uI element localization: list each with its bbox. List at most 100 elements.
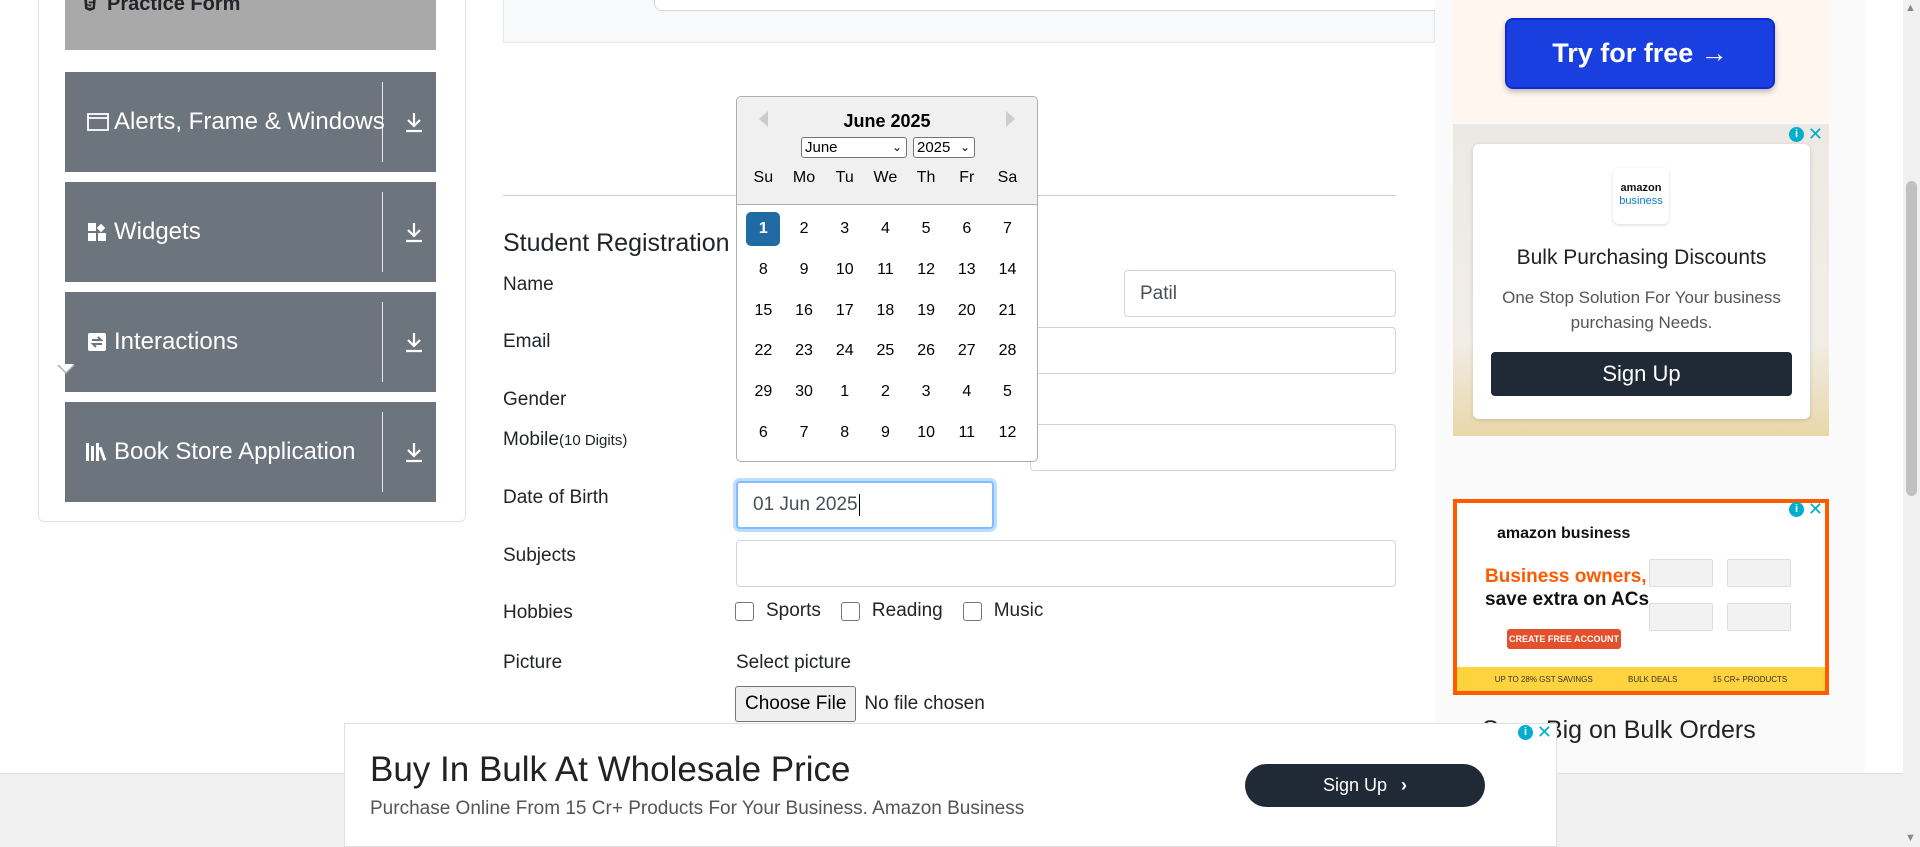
banner-cta[interactable]: CREATE FREE ACCOUNT (1507, 629, 1621, 649)
calendar-day[interactable]: 16 (784, 294, 825, 328)
next-month-icon[interactable] (1006, 111, 1015, 127)
ad-close-control[interactable]: i ✕ (1518, 723, 1552, 741)
bottom-ad-heading: Buy In Bulk At Wholesale Price (370, 750, 851, 789)
calendar-day[interactable]: 12 (987, 416, 1028, 450)
ad-close-control[interactable]: i ✕ (1789, 125, 1823, 143)
calendar-day[interactable]: 5 (987, 375, 1028, 409)
last-name-input[interactable]: Patil (1124, 270, 1396, 317)
divider (382, 192, 383, 272)
header-banner (503, 0, 1444, 43)
calendar-day[interactable]: 7 (987, 212, 1028, 246)
divider (382, 412, 383, 492)
ad-info-icon[interactable]: i (1789, 501, 1804, 517)
sidebar-group-book-store[interactable]: Book Store Application (65, 402, 436, 502)
download-icon[interactable] (391, 402, 436, 502)
choose-file-button[interactable]: Choose File (735, 686, 857, 722)
checkbox-label: Reading (871, 600, 943, 621)
calendar-day[interactable]: 11 (946, 416, 987, 450)
ad-info-icon[interactable]: i (1789, 126, 1804, 142)
calendar-day[interactable]: 15 (743, 294, 784, 328)
hobbies-group: Sports Reading Music (735, 600, 1063, 622)
calendar-day[interactable]: 3 (824, 212, 865, 246)
calendar-day[interactable]: 4 (865, 212, 906, 246)
ad-signup-button[interactable]: Sign Up (1491, 352, 1792, 396)
hobby-sports[interactable]: Sports (735, 600, 821, 622)
mobile-input[interactable] (1030, 424, 1396, 471)
download-icon[interactable] (391, 72, 436, 172)
sidebar-group-widgets[interactable]: Widgets (65, 182, 436, 282)
calendar-day[interactable]: 25 (865, 334, 906, 368)
calendar-day[interactable]: 8 (743, 253, 784, 287)
calendar-day[interactable]: 8 (824, 416, 865, 450)
calendar-day[interactable]: 14 (987, 253, 1028, 287)
calendar-day[interactable]: 4 (946, 375, 987, 409)
bottom-ad-signup-button[interactable]: Sign Up › (1245, 764, 1485, 807)
calendar-day[interactable]: 11 (865, 253, 906, 287)
product-image (1727, 559, 1791, 587)
calendar-day[interactable]: 29 (743, 375, 784, 409)
ad-close-control[interactable]: i ✕ (1789, 500, 1823, 518)
calendar-day[interactable]: 22 (743, 334, 784, 368)
download-icon[interactable] (391, 182, 436, 282)
calendar-day[interactable]: 9 (865, 416, 906, 450)
calendar-day[interactable]: 1 (824, 375, 865, 409)
month-select[interactable]: June ⌄ (801, 137, 907, 158)
ad-info-icon[interactable]: i (1518, 724, 1533, 740)
email-input[interactable] (1030, 327, 1396, 374)
calendar-day[interactable]: 6 (946, 212, 987, 246)
calendar-day[interactable]: 9 (784, 253, 825, 287)
calendar-day[interactable]: 18 (865, 294, 906, 328)
try-for-free-button[interactable]: Try for free → (1505, 18, 1775, 89)
calendar-day[interactable]: 28 (987, 334, 1028, 368)
scroll-down-icon[interactable]: ▼ (1905, 832, 1916, 844)
calendar-week: 6 7 8 9 10 11 12 (743, 412, 1028, 453)
calendar-day[interactable]: 17 (824, 294, 865, 328)
date-of-birth-input[interactable]: 01 Jun 2025 (736, 481, 994, 529)
gender-label: Gender (503, 389, 567, 410)
close-icon[interactable]: ✕ (1808, 500, 1823, 518)
checkbox[interactable] (840, 601, 860, 621)
calendar-day[interactable]: 24 (824, 334, 865, 368)
calendar-day[interactable]: 12 (906, 253, 947, 287)
calendar-day[interactable]: 1 (746, 212, 781, 247)
calendar-day[interactable]: 21 (987, 294, 1028, 328)
calendar-day[interactable]: 13 (946, 253, 987, 287)
window-icon (87, 72, 109, 172)
hobby-music[interactable]: Music (962, 600, 1043, 622)
calendar-day[interactable]: 20 (946, 294, 987, 328)
html5-icon (83, 0, 97, 26)
close-icon[interactable]: ✕ (1537, 723, 1552, 741)
datepicker-days: 1 2 3 4 5 6 7 8 9 10 11 12 13 14 15 16 17 18 19 20 21 22 23 24 2… (743, 209, 1028, 453)
ad-amazon-banner[interactable]: amazon business Business owners, save ex… (1453, 499, 1829, 695)
subjects-input[interactable] (736, 540, 1396, 587)
scroll-up-icon[interactable]: ▲ (1905, 2, 1916, 14)
download-icon[interactable] (391, 292, 436, 392)
calendar-day[interactable]: 10 (906, 416, 947, 450)
sidebar-group-alerts[interactable]: Alerts, Frame & Windows (65, 72, 436, 172)
calendar-day[interactable]: 30 (784, 375, 825, 409)
datepicker-header: June 2025 June ⌄ 2025 ⌄ Su Mo Tu We Th Fr … (737, 97, 1037, 205)
chevron-right-icon: › (1401, 775, 1408, 795)
hobby-reading[interactable]: Reading (840, 600, 943, 622)
banner-strip-item: 15 CR+ PRODUCTS (1712, 674, 1788, 684)
calendar-day[interactable]: 26 (906, 334, 947, 368)
calendar-day[interactable]: 7 (784, 416, 825, 450)
calendar-day[interactable]: 5 (906, 212, 947, 246)
calendar-day[interactable]: 2 (865, 375, 906, 409)
sidebar-item-practice-form[interactable]: Practice Form (65, 0, 436, 50)
calendar-day[interactable]: 2 (784, 212, 825, 246)
calendar-day[interactable]: 10 (824, 253, 865, 287)
sidebar-group-interactions[interactable]: Interactions (65, 292, 436, 392)
year-select[interactable]: 2025 ⌄ (913, 137, 975, 158)
checkbox[interactable] (962, 601, 982, 621)
calendar-day[interactable]: 23 (784, 334, 825, 368)
calendar-day[interactable]: 19 (906, 294, 947, 328)
checkbox[interactable] (735, 601, 754, 621)
scrollbar-thumb[interactable] (1906, 181, 1917, 496)
bottom-ad[interactable]: Buy In Bulk At Wholesale Price Purchase … (344, 723, 1557, 847)
calendar-day[interactable]: 6 (743, 416, 784, 450)
calendar-day[interactable]: 3 (906, 375, 947, 409)
close-icon[interactable]: ✕ (1808, 125, 1823, 143)
header-banner-inner (654, 0, 1444, 11)
calendar-day[interactable]: 27 (946, 334, 987, 368)
